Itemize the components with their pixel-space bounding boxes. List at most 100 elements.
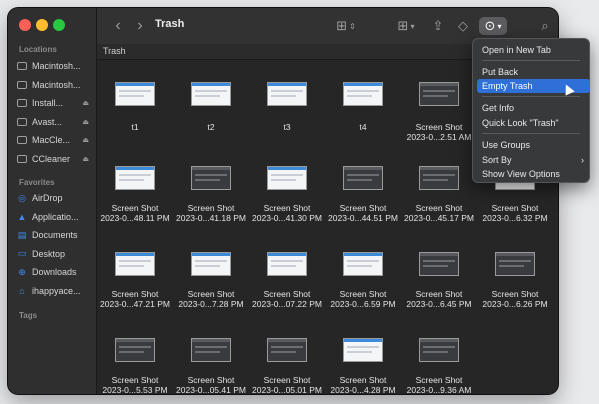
sidebar-item-label: Macintosh... <box>32 61 81 71</box>
file-item[interactable]: Screen Shot 2023-0...7.28 PM <box>172 246 250 326</box>
file-name-line2: 2023-0...5.53 PM <box>102 385 168 394</box>
file-item[interactable]: Screen Shot 2023-0...41.18 PM <box>172 160 250 240</box>
menu-item[interactable]: Get Info <box>477 101 590 115</box>
chevron-right-icon: › <box>137 17 143 34</box>
file-name-line2: 2023-0...6.32 PM <box>482 213 548 223</box>
file-thumbnail <box>419 338 459 362</box>
file-item[interactable]: Screen Shot 2023-0...44.51 PM <box>324 160 402 240</box>
menu-item-label: Show View Options <box>482 169 560 179</box>
file-item[interactable]: Screen Shot 2023-0...05.41 PM <box>172 332 250 394</box>
sidebar-location-item[interactable]: Avast... ⏏ <box>17 114 93 130</box>
sidebar-favorite-item[interactable]: ⌂ ihappyace... <box>17 283 93 299</box>
menu-item-label: Use Groups <box>482 140 531 150</box>
menu-item-label: Quick Look "Trash" <box>482 118 559 128</box>
file-thumbnail <box>267 338 307 362</box>
file-name-line2: 2023-0...7.28 PM <box>178 299 244 309</box>
file-name-line1: Screen Shot <box>111 203 159 213</box>
sidebar-location-item[interactable]: CCleaner ⏏ <box>17 151 93 167</box>
zoom-button[interactable] <box>53 19 65 31</box>
file-item[interactable]: t1 <box>96 74 174 154</box>
file-thumbnail <box>191 166 231 190</box>
file-item[interactable]: Screen Shot 2023-0...07.22 PM <box>248 246 326 326</box>
file-name-line1: t1 <box>131 122 139 132</box>
sidebar-favorite-item[interactable]: ▭ Desktop <box>17 246 93 262</box>
file-item[interactable]: t2 <box>172 74 250 154</box>
menu-item[interactable]: Open in New Tab <box>477 43 590 57</box>
sidebar: Locations Macintosh... Macintosh... Instal… <box>8 8 97 394</box>
file-name-line1: Screen Shot <box>415 375 463 385</box>
file-item[interactable]: Screen Shot 2023-0...6.59 PM <box>324 246 402 326</box>
file-name-line2: 2023-0...9.36 AM <box>406 385 472 394</box>
menu-item[interactable]: Use Groups <box>477 138 590 152</box>
menu-separator <box>482 133 580 134</box>
file-item[interactable]: Screen Shot 2023-0...47.21 PM <box>96 246 174 326</box>
tag-button[interactable]: ◇ <box>455 17 471 35</box>
file-thumbnail <box>419 252 459 276</box>
file-item[interactable]: Screen Shot 2023-0...6.45 PM <box>400 246 478 326</box>
sidebar-location-item[interactable]: MacCle... ⏏ <box>17 132 93 148</box>
sidebar-favorite-item[interactable]: ◎ AirDrop <box>17 190 93 206</box>
file-name-line2: 2023-0...05.41 PM <box>176 385 246 394</box>
file-thumbnail <box>419 166 459 190</box>
close-button[interactable] <box>19 19 31 31</box>
eject-icon[interactable]: ⏏ <box>82 99 89 107</box>
minimize-button[interactable] <box>36 19 48 31</box>
airdrop-icon: ◎ <box>18 192 26 203</box>
menu-item[interactable]: Show View Options <box>477 167 590 181</box>
file-thumbnail <box>115 338 155 362</box>
chevron-down-icon: ▾ <box>497 21 502 31</box>
sidebar-favorite-item[interactable]: ▲ Applicatio... <box>17 209 93 225</box>
share-button[interactable]: ⇪ <box>430 17 446 35</box>
view-toggle-button[interactable]: ⊞ ⇕ <box>333 17 359 35</box>
eject-icon[interactable]: ⏏ <box>82 155 89 163</box>
menu-item[interactable]: Quick Look "Trash" <box>477 116 590 130</box>
file-name-line1: t4 <box>359 122 367 132</box>
menu-item[interactable]: Sort By › <box>477 153 590 167</box>
file-item[interactable]: Screen Shot 2023-0...4.28 PM <box>324 332 402 394</box>
menu-item-label: Get Info <box>482 103 515 113</box>
file-name-line1: Screen Shot <box>187 289 235 299</box>
menu-item[interactable]: Put Back <box>477 65 590 79</box>
file-name-line2: 2023-0...05.01 PM <box>252 385 322 394</box>
sidebar-favorite-item[interactable]: ▤ Documents <box>17 227 93 243</box>
file-thumbnail <box>191 338 231 362</box>
file-item[interactable]: Screen Shot 2023-0...6.26 PM <box>476 246 554 326</box>
sidebar-item-label: Avast... <box>32 116 62 127</box>
file-item[interactable]: t4 <box>324 74 402 154</box>
group-button[interactable]: ⊞ ▾ <box>393 17 419 35</box>
sidebar-item-label: Downloads <box>32 267 77 277</box>
file-name-line1: t3 <box>283 122 291 132</box>
sidebar-location-item[interactable]: Install... ⏏ <box>17 95 93 111</box>
file-name-line1: Screen Shot <box>111 375 159 385</box>
file-name-line2: 2023-0...6.59 PM <box>330 299 396 309</box>
sidebar-location-item[interactable]: Macintosh... <box>17 58 93 74</box>
desktop-icon: ▭ <box>17 248 27 258</box>
file-name-line1: Screen Shot <box>339 203 387 213</box>
menu-item-label: Empty Trash <box>482 81 533 91</box>
eject-icon[interactable]: ⏏ <box>82 118 89 126</box>
path-label: Trash <box>103 46 126 56</box>
menu-separator <box>482 60 580 61</box>
back-button[interactable]: ‹ <box>111 17 125 35</box>
file-item[interactable]: Screen Shot 2023-0...45.17 PM <box>400 160 478 240</box>
sidebar-favorite-item[interactable]: ⊕ Downloads <box>17 264 93 280</box>
file-thumbnail <box>115 252 155 276</box>
file-item[interactable]: Screen Shot 2023-0...48.11 PM <box>96 160 174 240</box>
file-name-line1: Screen Shot <box>415 203 463 213</box>
file-item[interactable]: Screen Shot 2023-0...5.53 PM <box>96 332 174 394</box>
file-item[interactable]: Screen Shot 2023-0...05.01 PM <box>248 332 326 394</box>
file-item[interactable]: Screen Shot 2023-0...2.51 AM <box>400 74 478 154</box>
file-name-line2: 2023-0...48.11 PM <box>100 213 170 223</box>
file-item[interactable]: Screen Shot 2023-0...41.30 PM <box>248 160 326 240</box>
menu-separator <box>482 96 580 97</box>
eject-icon[interactable]: ⏏ <box>82 136 89 144</box>
menu-item-label: Put Back <box>482 67 519 77</box>
file-name-line1: Screen Shot <box>491 289 539 299</box>
more-button[interactable]: ⊙ ▾ <box>479 17 507 35</box>
sidebar-location-item[interactable]: Macintosh... <box>17 77 93 93</box>
search-button[interactable]: ⌕ <box>537 17 553 35</box>
file-item[interactable]: Screen Shot 2023-0...9.36 AM <box>400 332 478 394</box>
forward-button[interactable]: › <box>133 17 147 35</box>
file-thumbnail <box>419 82 459 106</box>
file-item[interactable]: t3 <box>248 74 326 154</box>
